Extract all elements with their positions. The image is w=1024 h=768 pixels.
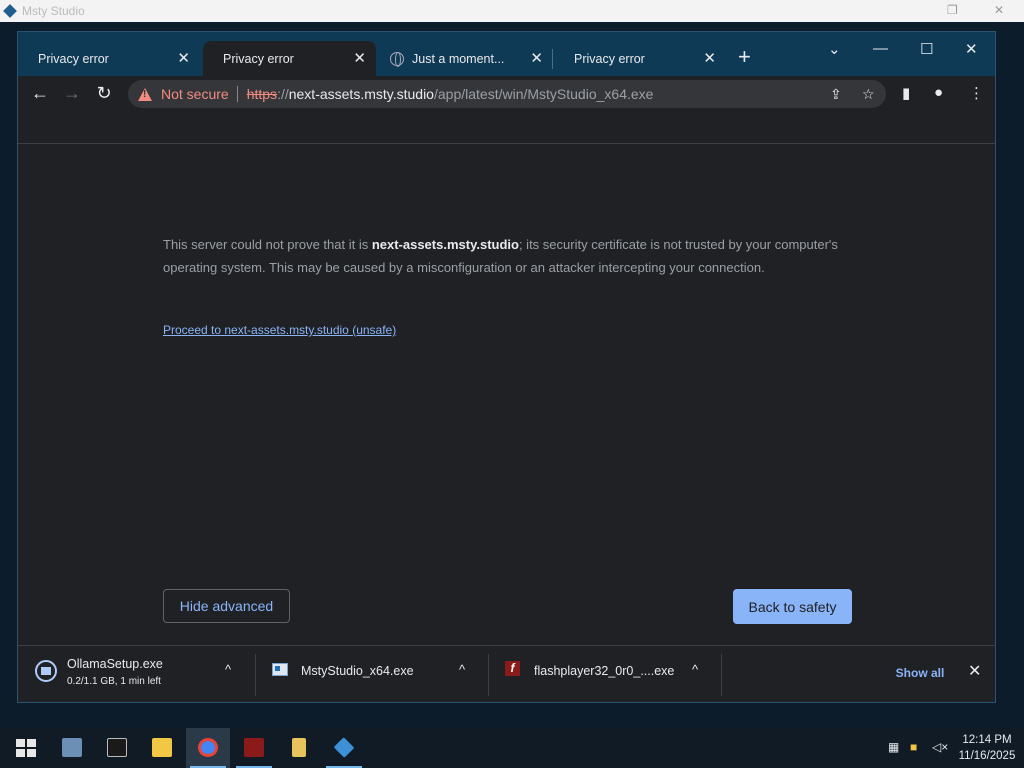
network-icon[interactable]: ▦ — [888, 740, 899, 754]
tab-title: Privacy error — [38, 51, 109, 66]
background-restore-icon[interactable]: ❐ — [947, 3, 958, 17]
download-item-flashplayer[interactable]: f flashplayer32_0r0_....exe ^ — [505, 654, 710, 694]
maximize-icon[interactable]: ☐ — [920, 40, 933, 58]
window-close-icon[interactable]: ✕ — [965, 40, 978, 58]
start-button[interactable] — [2, 728, 46, 768]
tab-separator — [552, 49, 553, 69]
omnibox-divider — [236, 86, 238, 102]
taskbar-file-explorer[interactable] — [140, 728, 184, 768]
tab-privacy-error-1[interactable]: Privacy error ✕ — [18, 41, 200, 76]
taskbar-flash-player[interactable] — [232, 728, 276, 768]
download-item-msty[interactable]: MstyStudio_x64.exe ^ — [272, 654, 472, 694]
msty-studio-icon — [333, 737, 355, 758]
bookmarks-bar — [18, 112, 995, 144]
download-separator — [721, 654, 722, 696]
tab-privacy-error-2[interactable]: Privacy error ✕ — [203, 41, 376, 76]
url-separator: :// — [277, 86, 289, 102]
share-icon[interactable]: ⇪ — [830, 86, 842, 103]
taskbar-command-prompt[interactable] — [95, 728, 139, 768]
reload-icon[interactable]: ↻ — [92, 83, 116, 103]
clock-time: 12:14 PM — [962, 734, 1012, 746]
taskbar-archive[interactable] — [277, 728, 321, 768]
background-close-icon[interactable]: ✕ — [994, 3, 1004, 17]
folder-icon — [152, 738, 172, 757]
warning-icon[interactable] — [138, 87, 152, 101]
chevron-up-icon[interactable]: ^ — [459, 662, 465, 677]
close-shelf-icon[interactable]: ✕ — [968, 661, 981, 681]
chevron-up-icon[interactable]: ^ — [692, 662, 698, 677]
msty-app-icon — [3, 4, 17, 18]
browser-window: Privacy error ✕ Privacy error ✕ Just a m… — [17, 31, 996, 703]
background-app-title: Msty Studio — [22, 4, 85, 18]
download-progress: 0.2/1.1 GB, 1 min left — [67, 676, 161, 687]
download-separator — [255, 654, 256, 696]
taskbar-chrome[interactable] — [186, 728, 230, 768]
command-prompt-icon — [107, 738, 127, 757]
chevron-up-icon[interactable]: ^ — [225, 662, 231, 677]
bookmark-star-icon[interactable]: ☆ — [862, 86, 875, 103]
side-panel-icon[interactable]: ▮ — [902, 84, 910, 102]
taskbar-msty-studio[interactable] — [322, 728, 366, 768]
forward-icon[interactable]: → — [60, 83, 84, 103]
tab-strip: Privacy error ✕ Privacy error ✕ Just a m… — [18, 32, 995, 76]
tab-close-icon[interactable]: ✕ — [703, 49, 716, 67]
download-filename: OllamaSetup.exe — [67, 657, 163, 671]
tab-close-icon[interactable]: ✕ — [177, 49, 190, 67]
tab-title: Privacy error — [223, 51, 294, 66]
download-separator — [488, 654, 489, 696]
background-app-titlebar: Msty Studio ❐ ✕ — [0, 0, 1024, 22]
download-filename: flashplayer32_0r0_....exe — [534, 664, 675, 678]
flash-player-icon — [244, 738, 264, 757]
browser-toolbar: ← → ↻ Not secure https :// next-assets.m… — [18, 76, 995, 112]
explanation-prefix: This server could not prove that it is — [163, 237, 372, 252]
url-path: /app/latest/win/MstyStudio_x64.exe — [433, 86, 654, 102]
tab-privacy-error-3[interactable]: Privacy error ✕ — [554, 41, 726, 76]
proceed-unsafe-link[interactable]: Proceed to next-assets.msty.studio (unsa… — [163, 323, 396, 337]
flash-icon: f — [505, 661, 520, 676]
download-item-ollama[interactable]: OllamaSetup.exe 0.2/1.1 GB, 1 min left ^ — [35, 654, 250, 694]
tab-search-icon[interactable]: ⌄ — [828, 40, 841, 58]
archive-icon — [292, 738, 306, 757]
clock-date: 11/16/2025 — [958, 750, 1016, 762]
back-icon[interactable]: ← — [28, 83, 52, 103]
tab-close-icon[interactable]: ✕ — [353, 49, 366, 67]
installer-icon — [272, 663, 288, 676]
windows-start-icon — [16, 739, 36, 757]
explanation-host: next-assets.msty.studio — [371, 237, 519, 252]
security-status[interactable]: Not secure — [161, 86, 229, 102]
show-all-downloads-button[interactable]: Show all — [888, 659, 952, 687]
menu-icon[interactable]: ⋮ — [969, 84, 984, 102]
server-manager-icon — [62, 738, 82, 757]
download-shelf: OllamaSetup.exe 0.2/1.1 GB, 1 min left ^… — [18, 645, 995, 702]
system-clock[interactable]: 12:14 PM 11/16/2025 — [955, 732, 1019, 764]
globe-icon — [390, 51, 404, 67]
tab-title: Privacy error — [574, 51, 645, 66]
back-to-safety-button[interactable]: Back to safety — [733, 589, 852, 624]
tab-close-icon[interactable]: ✕ — [530, 49, 543, 67]
new-tab-button[interactable]: + — [738, 46, 751, 68]
error-explanation: This server could not prove that it is n… — [163, 233, 843, 279]
tab-just-a-moment[interactable]: Just a moment... ✕ — [380, 41, 553, 76]
profile-icon[interactable]: ● — [934, 84, 943, 101]
chrome-icon — [198, 738, 218, 757]
volume-muted-icon[interactable]: ◁× — [932, 740, 948, 754]
ollama-icon — [35, 660, 57, 682]
color-tray-icon[interactable]: ■ — [910, 740, 917, 754]
desktop: Privacy error ✕ Privacy error ✕ Just a m… — [0, 22, 1024, 728]
hide-advanced-button[interactable]: Hide advanced — [163, 589, 290, 623]
tab-title: Just a moment... — [412, 51, 505, 66]
taskbar-server-manager[interactable] — [50, 728, 94, 768]
url-host: next-assets.msty.studio — [288, 86, 434, 102]
download-filename: MstyStudio_x64.exe — [301, 664, 414, 678]
address-bar[interactable]: Not secure https :// next-assets.msty.st… — [128, 80, 886, 108]
taskbar: ▦ ■ ◁× 12:14 PM 11/16/2025 — [0, 728, 1024, 768]
url-scheme: https — [246, 86, 278, 102]
privacy-error-page: This server could not prove that it is n… — [18, 145, 995, 645]
minimize-icon[interactable]: — — [873, 40, 888, 57]
